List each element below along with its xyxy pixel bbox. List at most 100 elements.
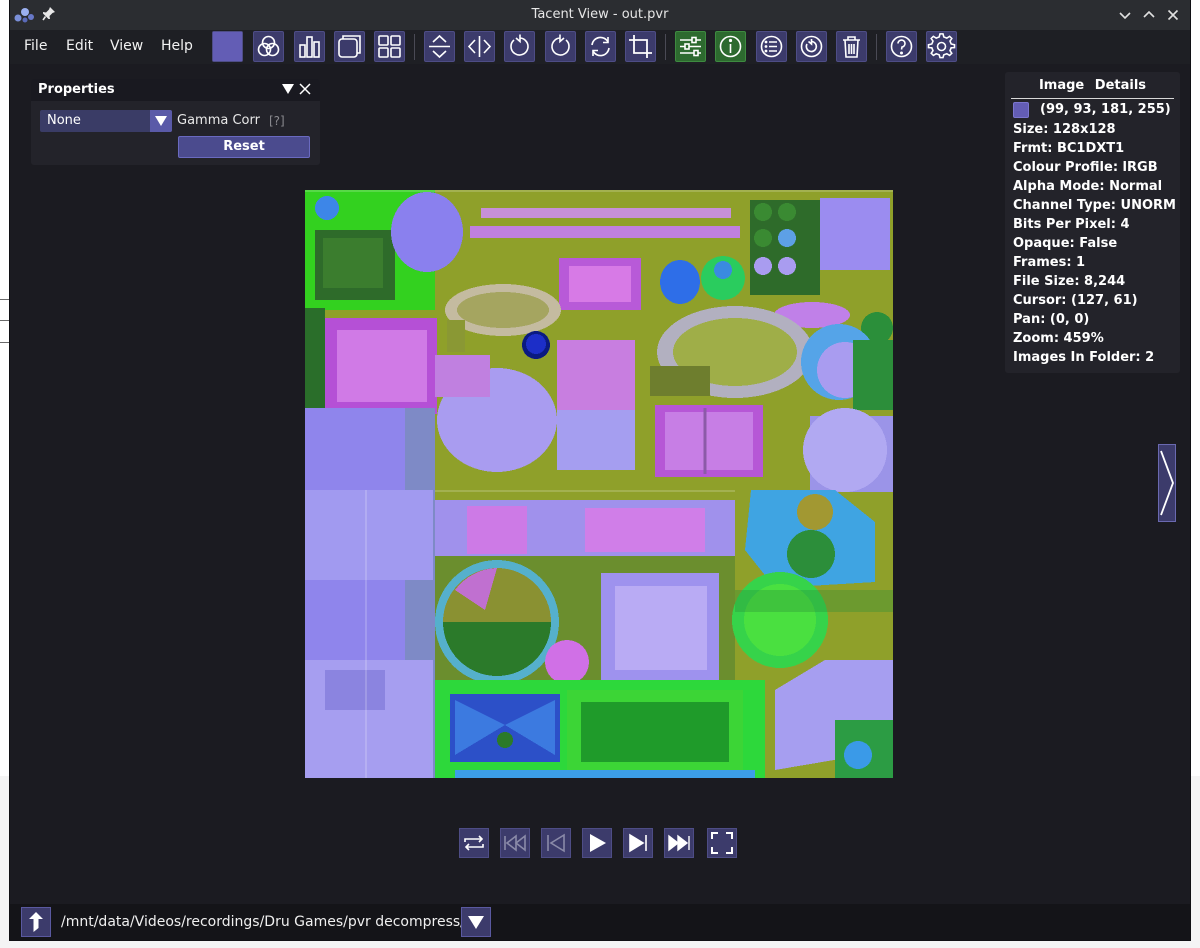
minimize-chevron-icon[interactable] <box>1116 6 1134 24</box>
gamma-mode-select[interactable]: None <box>40 110 172 132</box>
menu-file[interactable]: File <box>24 30 47 64</box>
crop-button[interactable] <box>625 31 656 62</box>
window-title: Tacent View - out.pvr <box>531 7 669 22</box>
bar-chart-icon <box>299 36 320 58</box>
rotate-any-button[interactable] <box>585 31 616 62</box>
gamma-mode-value: None <box>47 113 81 128</box>
title-bar: Tacent View - out.pvr <box>10 0 1190 30</box>
detail-channel-type: Channel Type: UNORM <box>1013 198 1176 213</box>
detail-opaque: Opaque: False <box>1013 236 1118 251</box>
parent-folder-button[interactable] <box>21 907 51 937</box>
close-icon[interactable] <box>298 82 312 96</box>
detail-frames: Frames: 1 <box>1013 255 1086 270</box>
properties-title: Properties <box>38 82 115 97</box>
detail-bits-per-pixel: Bits Per Pixel: 4 <box>1013 217 1130 232</box>
detail-images-in-folder: Images In Folder: 2 <box>1013 350 1155 365</box>
skip-last-button[interactable] <box>664 828 694 858</box>
detail-size: Size: 128x128 <box>1013 122 1116 137</box>
pin-icon[interactable] <box>42 6 56 22</box>
detail-zoom: Zoom: 459% <box>1013 331 1104 346</box>
image-details-panel: Image Details (99, 93, 181, 255) Size: 1… <box>1005 72 1180 373</box>
grid-button[interactable] <box>374 31 405 62</box>
prev-frame-button[interactable] <box>541 828 571 858</box>
app-logo-icon <box>14 8 34 23</box>
pixel-rgba: (99, 93, 181, 255) <box>1040 102 1171 117</box>
close-icon[interactable] <box>1164 6 1182 24</box>
fullscreen-button[interactable] <box>707 828 737 858</box>
detail-file-size: File Size: 8,244 <box>1013 274 1126 289</box>
next-frame-icon <box>629 833 647 853</box>
histogram-button[interactable] <box>294 31 325 62</box>
help-marker[interactable]: [?] <box>269 110 285 132</box>
menu-help[interactable]: Help <box>161 30 193 64</box>
collapse-triangle-icon[interactable] <box>281 82 295 96</box>
rotate-any-icon <box>591 36 610 57</box>
help-button[interactable] <box>886 31 917 62</box>
detail-pan: Pan: (0, 0) <box>1013 312 1090 327</box>
dropdown-button[interactable] <box>150 110 172 132</box>
info-button[interactable] <box>715 31 746 62</box>
refresh-button[interactable] <box>796 31 827 62</box>
properties-panel: Properties None Gamma Corr [?] Reset <box>31 79 320 165</box>
up-arrow-icon <box>29 912 43 932</box>
prev-frame-icon <box>547 833 565 853</box>
channels-button[interactable] <box>253 31 284 62</box>
app-window: Tacent View - out.pvr File Edit View Hel… <box>10 0 1190 940</box>
adjust-button[interactable] <box>675 31 706 62</box>
properties-header: Properties <box>31 79 320 101</box>
skip-last-icon <box>668 834 690 852</box>
play-button[interactable] <box>582 828 612 858</box>
tile-icon <box>338 35 361 58</box>
help-icon <box>890 35 913 58</box>
rotate-left-button[interactable] <box>504 31 535 62</box>
fullscreen-icon <box>711 832 733 854</box>
current-path: /mnt/data/Videos/recordings/Dru Games/pv… <box>61 914 465 930</box>
channels-icon <box>257 35 280 57</box>
toolbar-separator <box>414 34 415 60</box>
delete-button[interactable] <box>836 31 867 62</box>
skip-first-icon <box>504 834 526 852</box>
flip-horizontal-button[interactable] <box>464 31 495 62</box>
texture-image <box>305 190 893 778</box>
detail-cursor: Cursor: (127, 61) <box>1013 293 1138 308</box>
list-button[interactable] <box>756 31 787 62</box>
color-swatch-icon <box>213 32 242 61</box>
flip-vertical-icon <box>429 34 450 59</box>
adjust-icon <box>680 36 701 57</box>
refresh-icon <box>800 35 823 58</box>
color-swatch-button[interactable] <box>212 31 243 62</box>
crop-icon <box>629 35 652 58</box>
info-icon <box>719 35 742 58</box>
list-icon <box>760 35 783 58</box>
chevron-right-icon <box>1160 450 1174 516</box>
tile-button[interactable] <box>334 31 365 62</box>
detail-format: Frmt: BC1DXT1 <box>1013 141 1125 156</box>
details-title: Image Details <box>1038 78 1147 93</box>
image-canvas[interactable] <box>305 190 893 778</box>
rotate-left-icon <box>510 34 529 56</box>
menu-view[interactable]: View <box>110 30 143 64</box>
path-dropdown-button[interactable] <box>461 907 491 937</box>
maximize-chevron-icon[interactable] <box>1140 6 1158 24</box>
settings-icon <box>927 33 956 59</box>
detail-colour-profile: Colour Profile: lRGB <box>1013 160 1158 175</box>
detail-alpha-mode: Alpha Mode: Normal <box>1013 179 1163 194</box>
flip-vertical-button[interactable] <box>424 31 455 62</box>
settings-button[interactable] <box>926 31 957 62</box>
next-image-button[interactable] <box>1158 444 1176 522</box>
menu-edit[interactable]: Edit <box>66 30 93 64</box>
loop-button[interactable] <box>459 828 489 858</box>
skip-first-button[interactable] <box>500 828 530 858</box>
pixel-color-swatch <box>1013 102 1029 118</box>
trash-icon <box>843 36 860 58</box>
rotate-right-button[interactable] <box>545 31 576 62</box>
flip-horizontal-icon <box>467 36 492 57</box>
loop-icon <box>464 835 484 851</box>
grid-icon <box>378 35 401 58</box>
reset-button[interactable]: Reset <box>178 136 310 158</box>
rotate-right-icon <box>551 34 570 56</box>
chevron-down-icon <box>155 116 167 126</box>
toolbar-separator <box>665 34 666 60</box>
gamma-label: Gamma Corr <box>177 113 260 128</box>
next-frame-button[interactable] <box>623 828 653 858</box>
